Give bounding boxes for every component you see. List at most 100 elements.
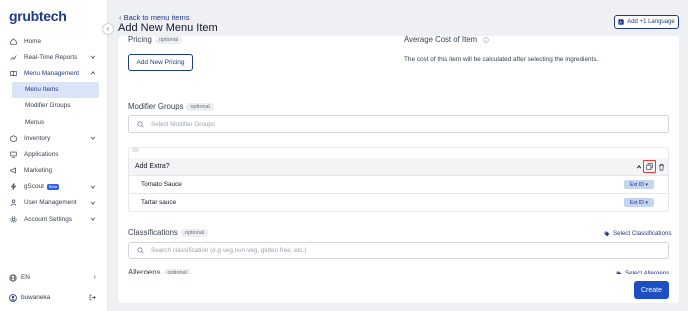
modifier-name: Tartar sauce: [141, 199, 177, 206]
modifier-row[interactable]: Tartar sauce Ext ID ▾: [130, 193, 669, 211]
sidebar-collapse-button[interactable]: ‹: [102, 23, 114, 35]
average-cost-label: Average Cost of Item: [404, 36, 489, 44]
sidebar-item-modifier-groups[interactable]: Modifier Groups: [0, 98, 108, 114]
gear-icon: [9, 215, 17, 223]
chevron-down-icon: [90, 201, 96, 205]
globe-icon: [9, 273, 17, 282]
sidebar-item-label: Inventory: [24, 134, 51, 142]
sidebar-item-label: Menus: [25, 118, 45, 126]
modifier-groups-placeholder: Select Modifier Groups: [151, 120, 216, 128]
chevron-down-icon: [90, 217, 96, 221]
modifier-group-name: Add Extra?: [135, 163, 170, 170]
user-profile[interactable]: buwaneka: [0, 289, 108, 306]
search-icon: [137, 120, 144, 128]
copy-button[interactable]: [643, 160, 656, 173]
menu-book-icon: [9, 69, 17, 77]
select-classifications-link[interactable]: Select Classifications: [604, 230, 671, 237]
megaphone-icon: [9, 167, 17, 175]
chevron-down-icon: [90, 185, 96, 189]
chevron-down-icon: [90, 136, 96, 140]
drag-handle-icon[interactable]: [132, 148, 139, 152]
monitor-icon: [9, 150, 17, 158]
brand-logo[interactable]: grubtech: [9, 8, 67, 24]
sidebar-item-account-settings[interactable]: Account Settings: [0, 211, 108, 227]
add-language-button[interactable]: A Add +1 Language: [614, 15, 679, 29]
classifications-placeholder: Search classification (e.g veg,non-veg, …: [151, 247, 307, 254]
sidebar-footer: EN › buwaneka: [0, 269, 108, 311]
classifications-section-label: Classifications optional: [128, 228, 209, 237]
pricing-section-label: Pricing optional: [128, 36, 183, 44]
ext-id-label: Ext ID: [629, 181, 645, 188]
average-cost-description: The cost of this item will be calculated…: [404, 56, 599, 63]
ext-id-label: Ext ID: [629, 199, 645, 206]
sidebar-item-inventory[interactable]: Inventory: [0, 130, 108, 146]
chevron-down-icon: [90, 55, 96, 60]
user-icon: [9, 199, 17, 207]
pricing-label: Pricing: [128, 36, 152, 44]
sidebar-item-user-management[interactable]: User Management: [0, 195, 108, 211]
ext-id-badge[interactable]: Ext ID ▾: [624, 180, 654, 189]
sidebar-item-label: Home: [24, 37, 42, 45]
add-new-pricing-label: Add New Pricing: [136, 59, 185, 66]
chevron-right-icon: ›: [93, 274, 96, 281]
sidebar-item-menu-management[interactable]: Menu Management: [0, 65, 108, 81]
sidebar-item-label: Modifier Groups: [25, 102, 71, 110]
back-link[interactable]: ‹ Back to menu items: [119, 13, 189, 22]
chart-icon: [9, 53, 17, 61]
modifier-row[interactable]: Tomato Sauce Ext ID ▾: [130, 175, 669, 193]
sidebar-item-real-time-reports[interactable]: Real-Time Reports: [0, 49, 108, 65]
sidebar-item-label: Applications: [24, 150, 59, 158]
page-title: Add New Menu Item: [118, 22, 218, 34]
sidebar-item-label: Account Settings: [24, 215, 72, 223]
chevron-up-icon[interactable]: [636, 164, 642, 170]
average-cost-title: Average Cost of Item: [404, 36, 478, 44]
copy-icon: [646, 163, 653, 170]
select-classifications-label: Select Classifications: [613, 230, 672, 237]
sidebar-item-label: Menu Items: [25, 86, 59, 94]
caret-down-icon: ▾: [645, 181, 649, 188]
logout-icon[interactable]: [89, 294, 96, 301]
modifier-groups-label: Modifier Groups: [128, 102, 184, 111]
modifier-group-card: Add Extra? Tomato Sauce Ext ID ▾ Tartar …: [128, 147, 669, 212]
modifier-groups-search-input[interactable]: Select Modifier Groups: [128, 115, 669, 133]
optional-tag: optional: [180, 229, 209, 237]
trash-icon[interactable]: [658, 163, 665, 171]
box-icon: [9, 134, 17, 142]
add-language-label: Add +1 Language: [627, 19, 675, 25]
sidebar-item-label: User Management: [24, 199, 77, 207]
classifications-search-input[interactable]: Search classification (e.g veg,non-veg, …: [128, 242, 669, 259]
create-label: Create: [640, 286, 662, 294]
add-new-pricing-button[interactable]: Add New Pricing: [128, 54, 193, 71]
modifier-name: Tomato Sauce: [141, 181, 182, 188]
create-button[interactable]: Create: [634, 281, 669, 299]
language-selector[interactable]: EN ›: [0, 269, 108, 286]
language-label: EN: [21, 274, 30, 281]
sidebar-item-applications[interactable]: Applications: [0, 146, 108, 162]
sidebar-item-label: gScout: [24, 183, 44, 191]
sidebar-nav: Home Real-Time Reports Menu Management M…: [0, 33, 108, 227]
username: buwaneka: [21, 294, 51, 301]
beta-badge: Beta: [46, 183, 60, 190]
chevron-up-icon: [90, 71, 96, 75]
info-icon[interactable]: [483, 36, 489, 43]
translate-icon: A: [618, 19, 624, 25]
search-icon: [137, 247, 144, 254]
back-link-label: Back to menu items: [123, 13, 190, 22]
bolt-icon: [9, 183, 17, 191]
sidebar-item-menu-items[interactable]: Menu Items: [12, 81, 99, 98]
tag-icon: [604, 231, 610, 236]
sidebar-item-label: Real-Time Reports: [24, 53, 78, 61]
modifier-groups-section-label: Modifier Groups optional: [128, 102, 214, 111]
sidebar-item-label: Menu Management: [24, 69, 80, 77]
form-footer: [118, 274, 679, 303]
ext-id-badge[interactable]: Ext ID ▾: [624, 198, 654, 207]
menu-item-form: Pricing optional Add New Pricing Average …: [118, 36, 679, 303]
modifier-group-header[interactable]: Add Extra?: [129, 158, 668, 176]
optional-tag: optional: [154, 36, 183, 44]
sidebar-item-label: Marketing: [24, 167, 53, 175]
sidebar-item-home[interactable]: Home: [0, 33, 108, 49]
sidebar-item-marketing[interactable]: Marketing: [0, 163, 108, 179]
sidebar-item-menus[interactable]: Menus: [0, 114, 108, 130]
sidebar: grubtech Home Real-Time Reports Menu Man…: [0, 0, 108, 311]
sidebar-item-gscout[interactable]: gScout Beta: [0, 179, 108, 195]
